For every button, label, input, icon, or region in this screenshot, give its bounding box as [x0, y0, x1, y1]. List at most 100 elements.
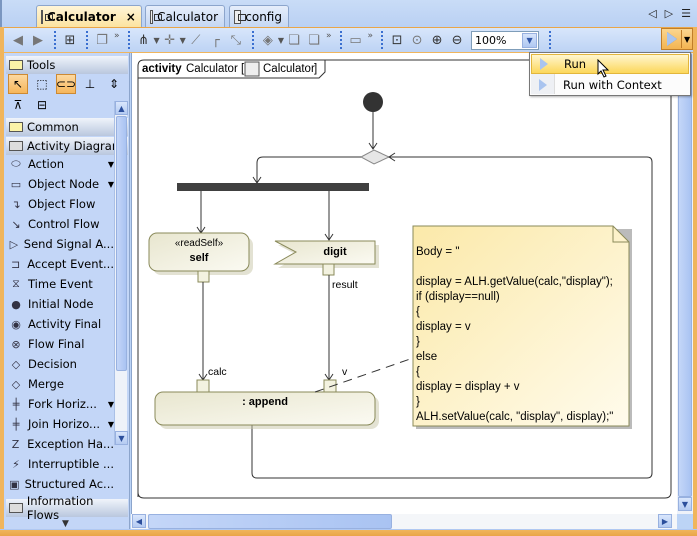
palette-item-accept-event[interactable]: ⊐ Accept Event... — [8, 254, 114, 274]
spacing-tool-button[interactable]: ⊼ — [8, 95, 28, 115]
tab-calculator-activity[interactable]: Calculator × — [36, 5, 142, 27]
note-anchor[interactable] — [314, 357, 414, 393]
scroll-down-icon[interactable]: ▼ — [115, 431, 128, 445]
canvas-horizontal-scrollbar[interactable]: ◀ ▶ — [131, 514, 677, 529]
canvas-vertical-scrollbar[interactable]: ▼ — [677, 53, 693, 514]
palette-item-structured-ac[interactable]: ▣ Structured Ac... — [8, 474, 114, 494]
close-icon[interactable]: × — [126, 10, 136, 24]
palette-item-control-flow[interactable]: ↘ Control Flow — [8, 214, 114, 234]
zoom-fit-icon[interactable]: ⊡ — [387, 30, 407, 50]
fill-color-icon[interactable]: ◈ — [258, 30, 278, 50]
vertical-scroll-thumb[interactable] — [678, 53, 692, 497]
exception-handler-icon: Z — [11, 437, 20, 451]
initial-node[interactable] — [363, 92, 383, 112]
fork-node[interactable] — [177, 183, 369, 191]
selection-tool-button[interactable]: ↖ — [8, 74, 28, 94]
palette-item-interruptible[interactable]: ⚡ Interruptible ... — [8, 454, 114, 474]
tab-list-icon[interactable]: ☰ — [681, 7, 691, 20]
chevron-down-icon[interactable]: ▼ — [522, 32, 538, 48]
action-name: self — [190, 252, 209, 264]
palette-scroll-thumb[interactable] — [116, 116, 127, 371]
frame-kind: activity — [142, 63, 182, 75]
note-line: if (display==null) — [416, 291, 500, 303]
palette-item-activity-final[interactable]: ◉ Activity Final — [8, 314, 114, 334]
toolbar-separator — [381, 31, 384, 49]
horizontal-scroll-thumb[interactable] — [148, 514, 392, 529]
send-backward-icon[interactable]: ❏ — [284, 30, 304, 50]
output-pin[interactable] — [322, 263, 335, 276]
scroll-left-icon[interactable]: ◀ — [132, 514, 146, 528]
palette-item-fork-horiz[interactable]: ╪ Fork Horiz... ▼ — [8, 394, 114, 414]
scroll-down-icon[interactable]: ▼ — [678, 497, 692, 511]
scroll-up-icon[interactable]: ▲ — [115, 101, 128, 115]
palette-item-label: Control Flow — [28, 217, 100, 231]
palette-scroll-down-icon[interactable]: ▼ — [62, 519, 69, 529]
run-dropdown-arrow-icon[interactable]: ▼ — [684, 35, 690, 44]
output-pin[interactable] — [197, 270, 210, 283]
palette-item-merge[interactable]: ◇ Merge — [8, 374, 114, 394]
overflow-chevron-icon[interactable]: » — [368, 31, 374, 41]
tab-config[interactable]: config — [229, 5, 289, 27]
palette-scrollbar[interactable]: ▲ ▼ — [114, 101, 128, 445]
pin-label-result: result — [332, 279, 358, 291]
zoom-in-icon[interactable]: ⊕ — [427, 30, 447, 50]
object-flow-icon: ↴ — [11, 197, 21, 211]
palette-item-send-signal-a[interactable]: ▷ Send Signal A... — [8, 234, 114, 254]
diagram-canvas[interactable]: activity Calculator [ Calculator ] «read… — [131, 53, 677, 514]
zoom-out-icon[interactable]: ⊖ — [447, 30, 467, 50]
forward-icon[interactable]: ▶ — [28, 30, 48, 50]
structured-activity-icon: ▣ — [9, 477, 20, 491]
palette-item-action[interactable]: ⬭ Action ▼ — [8, 154, 114, 174]
palette-group-information-flows[interactable]: Information Flows — [6, 494, 128, 522]
stamp-tool-button[interactable]: ⊥ — [80, 74, 100, 94]
tab-calculator-class[interactable]: Calculator — [145, 5, 225, 27]
initial-node-icon: ● — [11, 297, 21, 311]
palette-group-common[interactable]: Common — [6, 118, 128, 136]
palette-item-exception-ha[interactable]: Z Exception Ha... — [8, 434, 114, 454]
palette-item-label: Exception Ha... — [27, 437, 114, 451]
zoom-level-combo[interactable]: 100% ▼ — [471, 30, 540, 50]
palette-group-tools[interactable]: Tools — [6, 56, 128, 74]
containment-tree-icon[interactable]: ⊞ — [60, 30, 80, 50]
palette-item-object-node[interactable]: ▭ Object Node ▼ — [8, 174, 114, 194]
rectilinear-path-icon[interactable]: ┌ — [206, 30, 226, 50]
palette-item-join-horizo[interactable]: ╪ Join Horizo... ▼ — [8, 414, 114, 434]
back-icon[interactable]: ◀ — [8, 30, 28, 50]
overflow-chevron-icon[interactable]: » — [326, 31, 332, 41]
overflow-chevron-icon[interactable]: » — [114, 31, 120, 41]
split-tool-button[interactable]: ⇕ — [104, 74, 124, 94]
layout-icon[interactable]: ⋔ — [134, 30, 154, 50]
decision-icon: ◇ — [11, 357, 21, 371]
run-button[interactable]: ▼ — [661, 28, 693, 50]
marquee-tool-button[interactable]: ⬚ — [32, 74, 52, 94]
control-flow[interactable] — [256, 156, 361, 183]
palette-item-flow-final[interactable]: ⊗ Flow Final — [8, 334, 114, 354]
tab-prev-icon[interactable]: ◁ — [648, 7, 656, 20]
insert-icon[interactable]: ✛ — [160, 30, 180, 50]
sticky-tool-button[interactable]: ⊂⊃ — [56, 74, 76, 94]
frame-context: Calculator — [263, 63, 315, 75]
palette-item-initial-node[interactable]: ● Initial Node — [8, 294, 114, 314]
palette-item-label: Flow Final — [28, 337, 85, 351]
palette-item-decision[interactable]: ◇ Decision — [8, 354, 114, 374]
tab-next-icon[interactable]: ▷ — [665, 7, 673, 20]
merge-node[interactable] — [359, 149, 391, 165]
symbol-properties-tool-button[interactable]: ⊟ — [32, 95, 52, 115]
bezier-path-icon[interactable]: ⤡ — [226, 30, 246, 50]
input-pin-calc[interactable] — [196, 379, 210, 393]
palette-item-time-event[interactable]: ⧖ Time Event — [8, 274, 114, 294]
palette-item-object-flow[interactable]: ↴ Object Flow — [8, 194, 114, 214]
palette-group-activity-diagram[interactable]: Activity Diagram — [6, 137, 128, 155]
input-pin-v[interactable] — [323, 379, 337, 393]
menu-item-label: Run with Context — [563, 78, 662, 92]
copy-icon[interactable]: ❐ — [92, 30, 112, 50]
note-line: Body = " — [416, 246, 459, 258]
flow-final-icon: ⊗ — [11, 337, 21, 351]
zoom-actual-icon[interactable]: ⊙ — [407, 30, 427, 50]
palette-item-label: Object Node — [28, 177, 100, 191]
align-icon[interactable]: ▭ — [346, 30, 366, 50]
oblique-path-icon[interactable]: ⟋ — [186, 30, 206, 50]
scroll-right-icon[interactable]: ▶ — [658, 514, 672, 528]
palette-item-label: Action — [28, 157, 65, 171]
bring-forward-icon[interactable]: ❏ — [304, 30, 324, 50]
